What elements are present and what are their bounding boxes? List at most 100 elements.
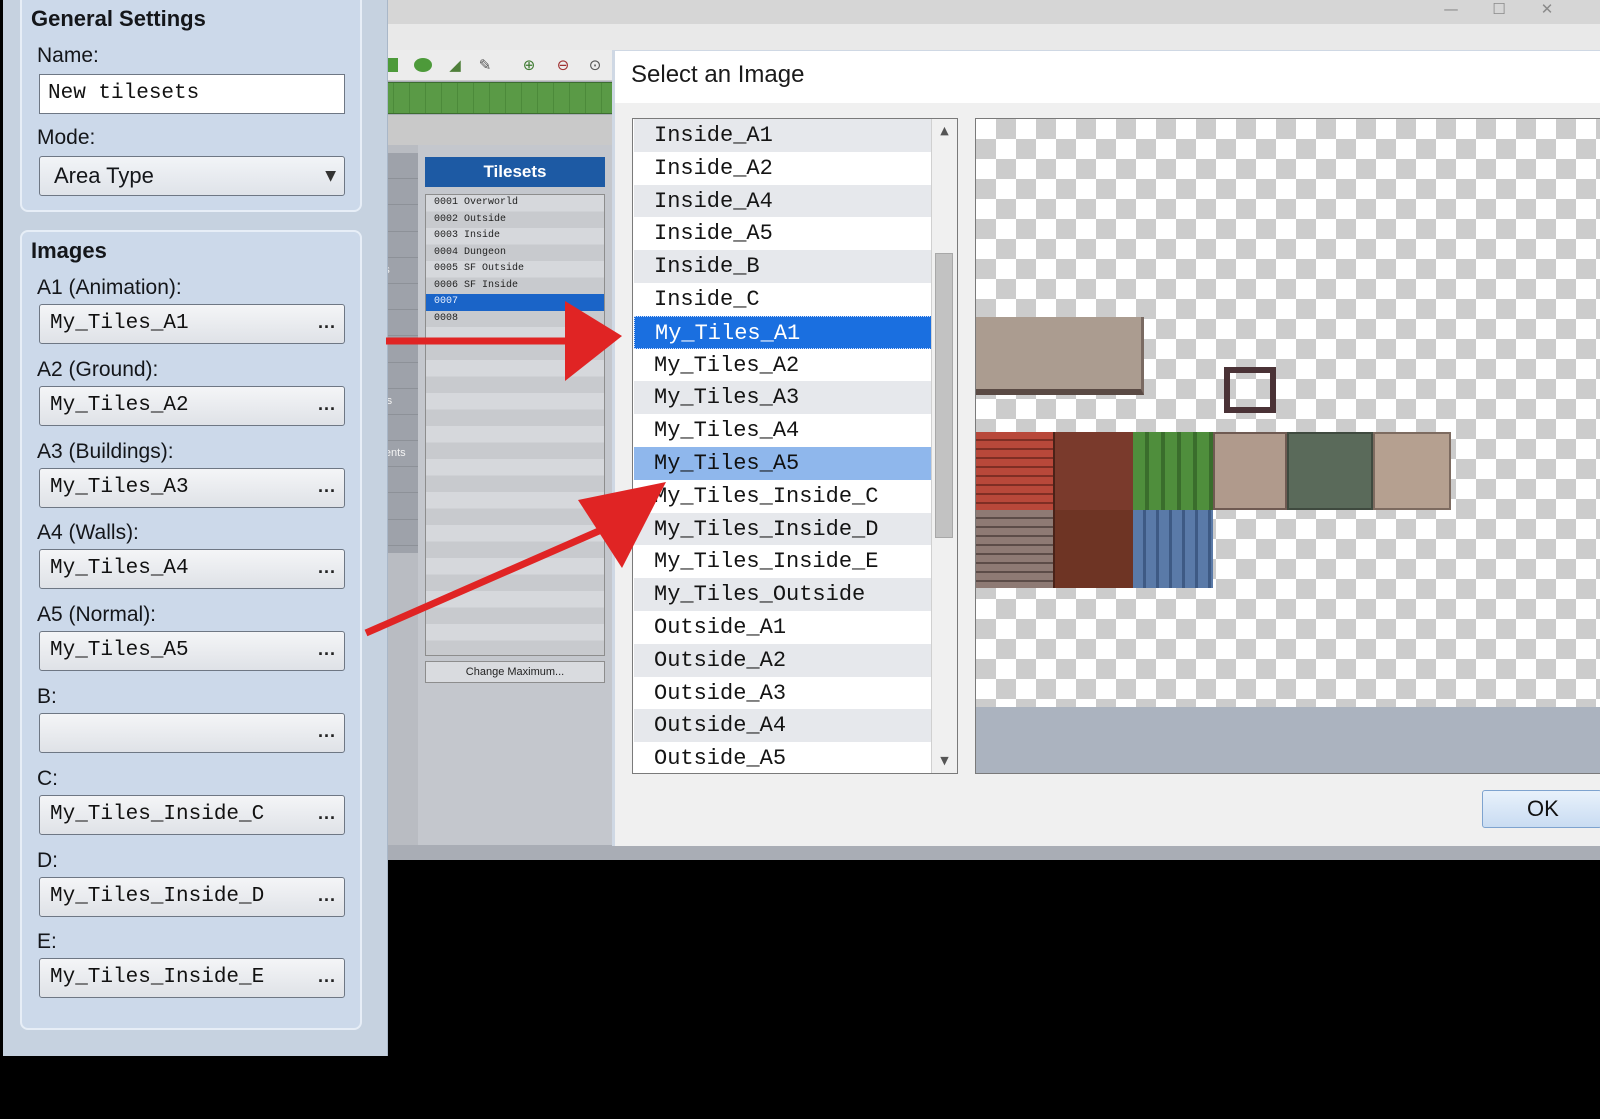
zoom-out-icon[interactable]: ⊖ [554, 56, 572, 74]
tileset-list-item[interactable]: 0001 Overworld [426, 195, 604, 212]
tile-wood-door-lower [1053, 510, 1135, 588]
image-file-item[interactable]: Inside_A2 [634, 152, 932, 185]
image-picker-field[interactable]: My_Tiles_A4... [39, 549, 345, 590]
zoom-actual-icon[interactable]: ⊙ [586, 56, 604, 74]
image-picker-value: My_Tiles_Inside_E [50, 966, 265, 990]
image-file-item[interactable]: Outside_A1 [634, 611, 932, 644]
scroll-up-icon[interactable]: ▲ [932, 119, 957, 143]
image-picker-field[interactable]: My_Tiles_Inside_E... [39, 958, 345, 999]
image-picker-field[interactable]: My_Tiles_A5... [39, 631, 345, 672]
tile-gray-brick [976, 510, 1053, 588]
editor-titlebar: — ☐ ✕ [370, 0, 1600, 24]
image-file-item[interactable]: Inside_A5 [634, 217, 932, 250]
maximize-icon[interactable]: ☐ [1476, 0, 1522, 22]
editor-toolbar: ◢ ✎ ⊕ ⊖ ⊙ [370, 50, 620, 81]
image-file-item[interactable]: Inside_C [634, 283, 932, 316]
chevron-down-icon: ▼ [325, 168, 336, 184]
scroll-down-icon[interactable]: ▼ [932, 749, 957, 773]
tileset-list-item[interactable]: 0008 [426, 311, 604, 328]
image-field-label: C: [37, 766, 58, 790]
browse-button[interactable]: ... [318, 469, 336, 503]
image-picker-value: My_Tiles_Inside_C [50, 802, 265, 826]
image-file-item[interactable]: Inside_A1 [634, 119, 932, 152]
browse-button[interactable]: ... [318, 796, 336, 830]
browse-button[interactable]: ... [318, 305, 336, 339]
browse-button[interactable]: ... [318, 878, 336, 912]
mode-label: Mode: [37, 126, 96, 149]
browse-button[interactable]: ... [318, 959, 336, 993]
tileset-list-item[interactable]: 0003 Inside [426, 228, 604, 245]
image-field-label: D: [37, 848, 58, 872]
image-preview [975, 118, 1600, 774]
tileset-list-item[interactable]: 0006 SF Inside [426, 278, 604, 295]
tile-blue-panel [1133, 510, 1213, 588]
image-file-item[interactable]: Inside_A4 [634, 184, 932, 218]
ellipse-tool-icon[interactable] [414, 58, 432, 72]
general-settings-title: General Settings [31, 6, 206, 31]
list-scrollbar[interactable]: ▲ ▼ [931, 119, 957, 773]
tile-red-brick [976, 432, 1053, 510]
fill-tool-icon[interactable]: ◢ [446, 56, 464, 74]
image-file-item[interactable]: My_Tiles_A2 [634, 349, 932, 382]
editor-menubar [370, 24, 1600, 50]
image-picker-field[interactable]: ... [39, 713, 345, 753]
browse-button[interactable]: ... [318, 632, 336, 666]
image-file-item[interactable]: Outside_A4 [634, 709, 932, 743]
ok-button[interactable]: OK [1482, 790, 1600, 828]
browse-button[interactable]: ... [318, 714, 336, 748]
scrollbar-thumb[interactable] [935, 253, 953, 538]
tileset-list-item[interactable]: 0005 SF Outside [426, 261, 604, 278]
close-icon[interactable]: ✕ [1524, 0, 1570, 22]
image-file-item[interactable]: My_Tiles_A4 [634, 414, 932, 447]
tileset-list-item[interactable]: 0004 Dungeon [426, 245, 604, 262]
image-picker-value: My_Tiles_Inside_D [50, 884, 265, 908]
dialog-title: Select an Image [631, 61, 805, 88]
image-file-item[interactable]: My_Tiles_Inside_D [634, 512, 932, 546]
image-field-label: B: [37, 685, 57, 708]
tile-green-panel [1133, 432, 1213, 510]
tile-beige-wall [1213, 432, 1287, 510]
image-file-item[interactable]: Outside_A3 [634, 677, 932, 710]
image-file-item[interactable]: My_Tiles_Outside [634, 578, 932, 611]
pen-tool-icon[interactable]: ✎ [476, 56, 494, 74]
mode-select[interactable]: Area Type ▼ [39, 156, 345, 196]
browse-button[interactable]: ... [318, 387, 336, 421]
zoom-in-icon[interactable]: ⊕ [520, 56, 538, 74]
image-picker-value: My_Tiles_A4 [50, 557, 189, 581]
tileset-list-item[interactable]: 0002 Outside [426, 212, 604, 229]
select-image-dialog: Select an Image Inside_A1 Inside_A2 Inside… [612, 50, 1600, 846]
image-picker-field[interactable]: My_Tiles_Inside_C... [39, 794, 345, 835]
name-label: Name: [37, 44, 99, 67]
image-picker-field[interactable]: My_Tiles_A2... [39, 385, 345, 426]
image-file-item[interactable]: My_Tiles_A5 [634, 447, 932, 480]
general-settings-group: General Settings Name: New tilesets Mode… [20, 0, 362, 212]
tilesets-header: Tilesets [425, 157, 605, 187]
transparent-checkerboard [976, 119, 1600, 707]
tilesets-list[interactable]: 0001 Overworld 0002 Outside 0003 Inside 000… [425, 194, 605, 656]
image-file-item[interactable]: My_Tiles_A3 [634, 381, 932, 415]
image-file-item[interactable]: Inside_B [634, 250, 932, 283]
image-picker-field[interactable]: My_Tiles_A3... [39, 467, 345, 508]
image-file-item[interactable]: My_Tiles_Inside_C [634, 480, 932, 513]
image-picker-field[interactable]: My_Tiles_A1... [39, 304, 345, 344]
browse-button[interactable]: ... [318, 550, 336, 584]
image-file-item[interactable]: Outside_A2 [634, 643, 932, 677]
image-picker-field[interactable]: My_Tiles_Inside_D... [39, 876, 345, 917]
image-file-list[interactable]: Inside_A1 Inside_A2 Inside_A4 Inside_A5 Insi… [632, 118, 958, 774]
image-picker-value: My_Tiles_A5 [50, 639, 189, 663]
minimize-icon[interactable]: — [1428, 0, 1474, 22]
images-group: Images A1 (Animation): My_Tiles_A1... A2 (… [20, 230, 362, 1030]
image-field-label: A1 (Animation): [37, 276, 182, 299]
tile-tan-wall [1373, 432, 1451, 510]
image-file-item[interactable]: My_Tiles_A1 [634, 315, 932, 349]
map-area [378, 115, 620, 145]
image-file-item[interactable]: My_Tiles_Inside_E [634, 545, 932, 578]
change-maximum-button[interactable]: Change Maximum... [425, 661, 605, 683]
name-input[interactable]: New tilesets [39, 74, 345, 114]
image-field-label: E: [37, 930, 57, 954]
tilesets-panel: Tilesets 0001 Overworld 0002 Outside 0003 … [418, 145, 620, 845]
dialog-titlebar: Select an Image [615, 51, 1600, 103]
image-file-item[interactable]: Outside_A5 [634, 742, 932, 773]
tileset-list-item[interactable]: 0007 [426, 294, 604, 311]
tile-window-frame [1224, 367, 1276, 413]
